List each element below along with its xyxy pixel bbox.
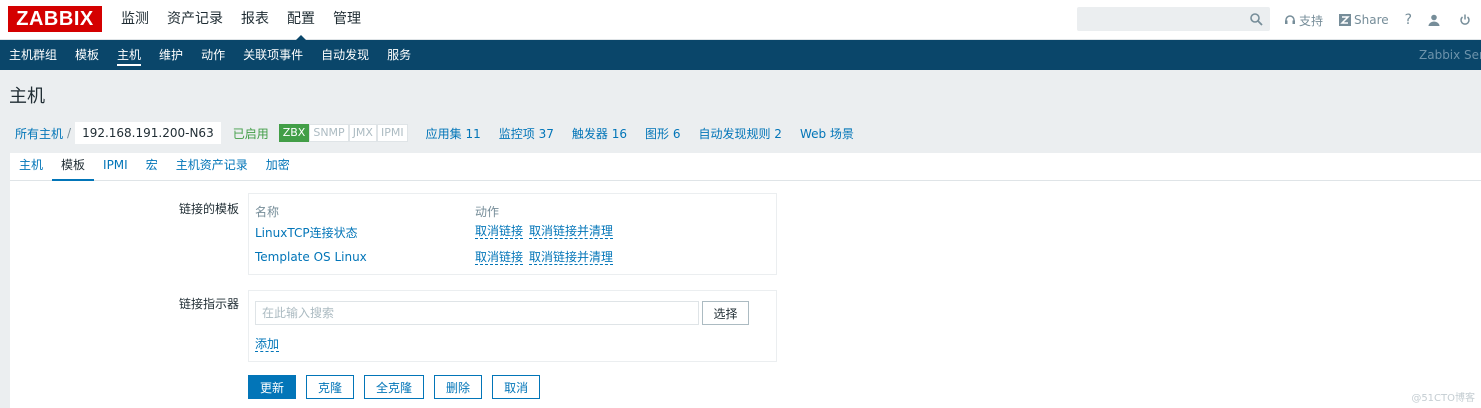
select-button[interactable]: 选择 [702,301,749,325]
unlink-button[interactable]: 取消链接 [475,224,524,239]
main-menu: 监测 资产记录 报表 配置 管理 [112,0,370,41]
template-search-input[interactable] [255,301,699,325]
server-name: Zabbix Serv [1419,48,1481,62]
submenu-services[interactable]: 服务 [378,40,420,70]
header-tools: 支持 Share ? [1284,0,1481,40]
profile-link[interactable] [1428,14,1443,26]
link-applications[interactable]: 应用集 11 [426,125,481,142]
clone-button[interactable]: 克隆 [306,375,355,399]
link-indicator-label: 链接指示器 [178,297,239,311]
availability-tags: ZBX SNMP JMX IPMI [278,124,408,142]
breadcrumb-separator: / [67,126,72,140]
watermark: @51CTO博客 [1411,393,1475,404]
link-web-scenarios-label: Web 场景 [799,126,854,141]
link-applications-label: 应用集 [425,126,462,141]
template-name-link[interactable]: Template OS Linux [255,250,367,264]
menu-configuration[interactable]: 配置 [278,0,324,41]
link-triggers-label: 触发器 [571,126,608,141]
unlink-clear-button[interactable]: 取消链接并清理 [529,250,614,265]
link-items[interactable]: 监控项 37 [499,125,554,142]
menu-reports[interactable]: 报表 [232,0,278,40]
share-link[interactable]: Share [1339,13,1389,27]
update-button[interactable]: 更新 [248,375,297,399]
menu-monitoring[interactable]: 监测 [112,0,158,40]
col-name-header: 名称 [255,205,280,219]
link-graphs[interactable]: 图形 6 [645,125,680,142]
tab-macros[interactable]: 宏 [137,153,167,180]
host-status-enabled[interactable]: 已启用 [233,125,269,142]
host-tabs: 主机 模板 IPMI 宏 主机资产记录 加密 [10,153,1481,181]
link-graphs-label: 图形 [644,126,669,141]
unlink-clear-button[interactable]: 取消链接并清理 [529,224,614,239]
share-z-icon [1339,14,1352,26]
host-breadcrumb: 所有主机 / 192.168.191.200-N63 已启用 ZBX SNMP … [15,122,872,144]
top-header: ZABBIX 监测 资产记录 报表 配置 管理 支持 Share ? [0,0,1481,41]
submenu-host-groups[interactable]: 主机群组 [0,40,66,70]
page-title: 主机 [9,86,45,107]
power-icon [1460,14,1470,25]
link-web-scenarios[interactable]: Web 场景 [800,125,854,142]
global-search-input[interactable] [1078,8,1248,30]
submenu-event-correlation[interactable]: 关联项事件 [234,40,312,70]
delete-button[interactable]: 删除 [434,375,483,399]
tag-ipmi: IPMI [376,124,408,142]
menu-administration[interactable]: 管理 [324,0,370,40]
breadcrumb-host-name: 192.168.191.200-N63 [75,122,221,144]
help-icon: ? [1404,12,1413,28]
help-link[interactable]: ? [1405,12,1412,28]
tag-jmx: JMX [348,124,377,142]
link-triggers-count: 16 [611,126,627,141]
submenu-discovery[interactable]: 自动发现 [312,40,378,70]
user-icon [1428,14,1440,26]
linked-templates-table: 名称 动作 LinuxTCP连接状态 取消链接 取消链接并清理 Template… [248,193,777,275]
template-name-link[interactable]: LinuxTCP连接状态 [255,224,358,241]
link-graphs-count: 6 [672,126,681,141]
submenu-actions[interactable]: 动作 [192,40,234,70]
col-action-header: 动作 [475,205,500,219]
linked-templates-label: 链接的模板 [178,202,239,216]
support-label: 支持 [1299,13,1324,28]
submenu-maintenance[interactable]: 维护 [150,40,192,70]
tab-templates[interactable]: 模板 [52,153,95,181]
submenu-templates[interactable]: 模板 [66,40,108,70]
submenu-hosts[interactable]: 主机 [108,40,150,70]
support-link[interactable]: 支持 [1284,12,1323,29]
logout-link[interactable] [1459,14,1474,26]
tab-host[interactable]: 主机 [10,153,52,180]
cancel-button[interactable]: 取消 [492,375,541,399]
menu-inventory[interactable]: 资产记录 [158,0,232,40]
share-label: Share [1354,13,1389,27]
tab-encryption[interactable]: 加密 [257,153,299,180]
zabbix-logo[interactable]: ZABBIX [8,6,102,32]
link-new-templates: 选择 添加 [248,290,777,362]
tag-zbx: ZBX [278,124,310,142]
link-items-count: 37 [538,126,554,141]
link-discovery-rules[interactable]: 自动发现规则 2 [698,125,781,142]
global-search [1077,7,1270,31]
full-clone-button[interactable]: 全克隆 [364,375,425,399]
link-items-label: 监控项 [498,126,535,141]
link-discovery-rules-count: 2 [774,126,782,141]
add-template-link[interactable]: 添加 [255,337,280,352]
link-discovery-rules-label: 自动发现规则 [698,126,771,141]
sub-menu: 主机群组 模板 主机 维护 动作 关联项事件 自动发现 服务 [0,40,420,70]
link-applications-count: 11 [465,126,481,141]
tag-snmp: SNMP [309,124,349,142]
tab-inventory[interactable]: 主机资产记录 [167,153,257,180]
breadcrumb-all-hosts[interactable]: 所有主机 [15,125,63,142]
link-triggers[interactable]: 触发器 16 [572,125,627,142]
sub-menu-bar: 主机群组 模板 主机 维护 动作 关联项事件 自动发现 服务 Zabbix Se… [0,40,1481,70]
search-icon[interactable] [1249,12,1263,26]
unlink-button[interactable]: 取消链接 [475,250,524,265]
headset-icon [1285,15,1295,24]
tab-ipmi[interactable]: IPMI [94,153,137,180]
form-buttons: 更新 克隆 全克隆 删除 取消 [248,375,550,399]
